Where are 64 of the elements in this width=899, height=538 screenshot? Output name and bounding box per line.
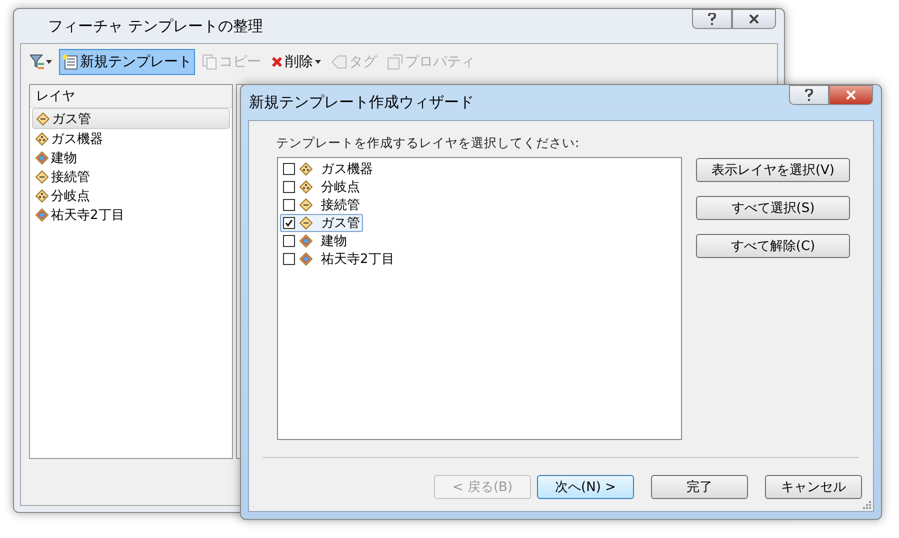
dialog-title: 新規テンプレート作成ウィザード: [249, 92, 474, 112]
layer-item[interactable]: 建物: [280, 232, 350, 250]
layer-icon: [35, 170, 49, 184]
layer-item[interactable]: 接続管: [280, 196, 363, 214]
layer-item[interactable]: 祐天寺2丁目: [32, 205, 230, 224]
select-button[interactable]: すべて選択(S): [696, 196, 850, 220]
resize-grip-icon: [861, 499, 871, 509]
layer-icon: [35, 208, 49, 222]
layer-icon: [299, 162, 313, 176]
layer-item[interactable]: 分岐点: [32, 186, 230, 205]
help-icon: [805, 89, 813, 101]
close-icon: [749, 14, 759, 24]
toolbar-button[interactable]: 削除: [268, 49, 324, 75]
layer-item[interactable]: ガス機器: [280, 160, 376, 178]
layer-item[interactable]: ガス管: [280, 214, 363, 232]
checkbox[interactable]: [283, 199, 295, 211]
layer-icon: [35, 188, 49, 202]
wizard-button[interactable]: 完了: [651, 475, 748, 499]
wizard-button[interactable]: キャンセル: [765, 475, 862, 499]
properties-icon: [387, 54, 403, 70]
layer-item[interactable]: ガス機器: [32, 129, 230, 148]
layer-icon: [299, 180, 313, 194]
instruction-text: テンプレートを作成するレイヤを選択してください:: [276, 135, 580, 152]
layer-icon: [299, 198, 313, 212]
layer-label: 接続管: [321, 197, 360, 214]
delete-icon: [271, 56, 283, 68]
list-icon: [62, 54, 78, 70]
checkbox[interactable]: [283, 217, 295, 229]
layer-label: 分岐点: [321, 179, 360, 196]
layer-item[interactable]: 分岐点: [280, 178, 363, 196]
layer-label: 祐天寺2丁目: [321, 251, 394, 268]
checkbox[interactable]: [283, 181, 295, 193]
layer-label: ガス機器: [321, 161, 373, 178]
layer-item[interactable]: 建物: [32, 148, 230, 167]
help-icon: [708, 13, 716, 25]
select-button[interactable]: 表示レイヤを選択(V): [696, 158, 850, 182]
layer-icon: [299, 216, 313, 230]
checkbox[interactable]: [283, 253, 295, 265]
select-button[interactable]: すべて解除(C): [696, 234, 850, 258]
layer-label: ガス管: [321, 215, 360, 232]
column-header: レイヤ: [30, 85, 232, 108]
layer-icon: [36, 112, 50, 126]
document-icon: [202, 54, 217, 70]
tag-icon: [331, 55, 347, 69]
check-icon: [285, 219, 293, 227]
layer-item[interactable]: 接続管: [32, 167, 230, 186]
help-button[interactable]: [789, 85, 829, 105]
checkbox[interactable]: [283, 235, 295, 247]
layer-item[interactable]: 祐天寺2丁目: [280, 250, 398, 268]
toolbar-button[interactable]: 新規テンプレート: [59, 49, 195, 75]
layer-icon: [299, 252, 313, 266]
close-button[interactable]: [829, 85, 873, 105]
layer-item[interactable]: ガス管: [32, 108, 230, 129]
layer-icon: [299, 234, 313, 248]
checkbox[interactable]: [283, 163, 295, 175]
layer-label: 建物: [321, 233, 347, 250]
layer-icon: [35, 132, 49, 146]
help-button[interactable]: [692, 9, 732, 29]
close-icon: [846, 90, 856, 100]
close-button[interactable]: [732, 9, 776, 29]
window-title: フィーチャ テンプレートの整理: [48, 16, 263, 36]
filter-icon: [30, 54, 44, 70]
wizard-button[interactable]: 次へ(N) >: [537, 475, 634, 499]
layer-icon: [35, 150, 49, 164]
